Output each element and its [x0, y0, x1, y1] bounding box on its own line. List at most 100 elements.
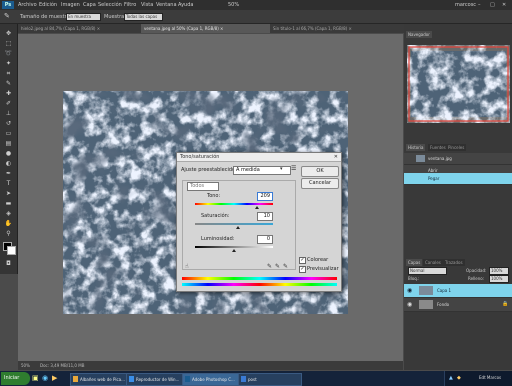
- menu-ayuda[interactable]: Ayuda: [178, 2, 193, 8]
- menu-seleccion[interactable]: Selección: [98, 2, 122, 8]
- tab-navegador[interactable]: Navegador: [406, 31, 432, 38]
- tab-canales[interactable]: Canales: [423, 259, 443, 266]
- type-tool-icon[interactable]: T: [4, 180, 13, 187]
- eyedropper-icon[interactable]: ✎: [4, 12, 10, 20]
- wand-tool-icon[interactable]: ✦: [4, 60, 13, 67]
- taskbar-item-post[interactable]: post: [238, 373, 302, 386]
- opacity-field[interactable]: 100%: [489, 267, 509, 275]
- colorize-checkbox[interactable]: ✓: [299, 257, 306, 264]
- tab-trazados[interactable]: Trazados: [443, 259, 465, 266]
- preset-options-icon[interactable]: ☰: [291, 165, 296, 172]
- layer-row-fondo[interactable]: ◉ Fondo 🔒: [404, 298, 512, 312]
- 3d-tool-icon[interactable]: ◈: [4, 210, 13, 217]
- saturation-slider-thumb[interactable]: [235, 226, 240, 229]
- clock[interactable]: Edt Marcos: [479, 375, 501, 380]
- cancel-button[interactable]: Cancelar: [301, 178, 339, 189]
- eyedropper-plus-icon[interactable]: ✎: [275, 263, 280, 270]
- snapshot-label: ventana.jpg: [428, 156, 452, 161]
- maximize-icon[interactable]: □: [490, 2, 495, 8]
- zoom-tool-icon[interactable]: ⚲: [4, 230, 13, 237]
- lightness-slider-thumb[interactable]: [232, 249, 236, 252]
- menu-archivo[interactable]: Archivo: [18, 2, 37, 8]
- ok-button[interactable]: OK: [301, 166, 339, 177]
- hue-input[interactable]: 209: [257, 192, 273, 201]
- hue-slider-track[interactable]: [195, 203, 273, 205]
- saturation-input[interactable]: 10: [257, 212, 273, 221]
- healing-tool-icon[interactable]: ✚: [4, 90, 13, 97]
- eraser-tool-icon[interactable]: ▭: [4, 130, 13, 137]
- fill-field[interactable]: 100%: [489, 275, 509, 283]
- menu-filtro[interactable]: Filtro: [124, 2, 136, 8]
- history-item-pegar[interactable]: Pegar: [404, 173, 512, 185]
- media-icon[interactable]: ▶: [52, 374, 57, 382]
- tab-hielo2[interactable]: hielo2.jpeg al 84,7% (Capa 1, RGB/8) ×: [18, 24, 144, 33]
- menu-imagen[interactable]: Imagen: [61, 2, 80, 8]
- visibility-eye-icon[interactable]: ◉: [407, 298, 412, 311]
- menu-edicion[interactable]: Edición: [39, 2, 57, 8]
- start-button[interactable]: Iniciar: [1, 372, 30, 385]
- gradient-tool-icon[interactable]: ▤: [4, 140, 13, 147]
- quick-mask-icon[interactable]: ◘: [4, 260, 13, 267]
- move-tool-icon[interactable]: ✥: [4, 30, 13, 37]
- lightness-slider-track[interactable]: [195, 246, 273, 248]
- marquee-tool-icon[interactable]: ⬚: [4, 40, 13, 47]
- brush-tool-icon[interactable]: ✐: [4, 100, 13, 107]
- tab-pinceles[interactable]: Pinceles: [446, 144, 467, 151]
- eyedropper-tool-icon[interactable]: ✎: [4, 80, 13, 87]
- tab-ventana[interactable]: ventana.jpeg al 50% (Capa 1, RGB/8) ×: [141, 24, 273, 33]
- network-icon[interactable]: ▲: [449, 375, 453, 381]
- document-tabs: hielo2.jpeg al 84,7% (Capa 1, RGB/8) × v…: [18, 24, 407, 33]
- eyedropper-minus-icon[interactable]: ✎: [283, 263, 288, 270]
- preset-dropdown-icon[interactable]: ▾: [280, 166, 283, 172]
- path-select-icon[interactable]: ➤: [4, 190, 13, 197]
- folder-icon[interactable]: ▣: [32, 374, 39, 382]
- menu-vista[interactable]: Vista: [141, 2, 153, 8]
- taskbar-item-photoshop[interactable]: Adobe Photoshop C...: [182, 373, 246, 386]
- layer-row-capa-1[interactable]: ◉ Capa 1: [404, 284, 512, 298]
- menu-ventana[interactable]: Ventana: [156, 2, 177, 8]
- browser-icon[interactable]: ◉: [42, 374, 48, 382]
- folder-icon: [73, 376, 78, 382]
- channel-select[interactable]: Todos: [187, 182, 219, 191]
- tab-historia[interactable]: Historia: [406, 144, 426, 151]
- blur-tool-icon[interactable]: ●: [4, 150, 13, 157]
- blend-mode-select[interactable]: Normal: [408, 267, 447, 275]
- volume-icon[interactable]: ◆: [457, 375, 461, 381]
- targeted-adjustment-icon[interactable]: ☝: [185, 263, 189, 270]
- sample-select[interactable]: Todas las capas: [124, 13, 163, 21]
- taskbar-item-label: Albañes web de Pica...: [80, 377, 125, 382]
- layer-label: Fondo: [437, 302, 450, 307]
- shape-tool-icon[interactable]: ▬: [4, 200, 13, 207]
- stamp-tool-icon[interactable]: ⊥: [4, 110, 13, 117]
- background-color-swatch[interactable]: [7, 246, 16, 255]
- dodge-tool-icon[interactable]: ◐: [4, 160, 13, 167]
- edit-group: [182, 180, 296, 270]
- eyedropper-icon[interactable]: ✎: [267, 263, 272, 270]
- lasso-tool-icon[interactable]: ➰: [4, 50, 13, 57]
- close-icon[interactable]: ✕: [502, 2, 506, 8]
- status-zoom[interactable]: 50%: [21, 361, 30, 370]
- tab-fuentes[interactable]: Fuentes: [428, 144, 448, 151]
- tab-sin-titulo[interactable]: Sin título-1 al 66,7% (Capa 1, RGB/8) ×: [270, 24, 407, 33]
- saturation-slider-track[interactable]: [195, 223, 273, 225]
- dialog-close-icon[interactable]: ✕: [334, 153, 338, 161]
- hue-slider-thumb[interactable]: [254, 206, 259, 209]
- visibility-eye-icon[interactable]: ◉: [407, 284, 412, 297]
- minimize-icon[interactable]: –: [478, 2, 481, 8]
- crop-tool-icon[interactable]: ⌗: [4, 70, 13, 77]
- hand-tool-icon[interactable]: ✋: [4, 220, 13, 227]
- navigator-thumbnail[interactable]: [407, 45, 510, 123]
- tab-capas[interactable]: Capas: [406, 259, 423, 266]
- pen-tool-icon[interactable]: ✒: [4, 170, 13, 177]
- taskbar-item-player[interactable]: Reproductor de Win...: [126, 373, 190, 386]
- zoom-level[interactable]: 50%: [228, 2, 239, 8]
- taskbar-item-web[interactable]: Albañes web de Pica...: [70, 373, 134, 386]
- lightness-input[interactable]: 0: [257, 235, 273, 244]
- dialog-title-bar[interactable]: Tono/saturación ✕: [177, 153, 341, 162]
- size-select[interactable]: En muestra: [66, 13, 101, 21]
- preview-checkbox[interactable]: ✓: [299, 266, 306, 273]
- layer-thumbnail: [419, 300, 433, 309]
- history-snapshot[interactable]: ventana.jpg: [404, 153, 512, 165]
- history-brush-icon[interactable]: ↺: [4, 120, 13, 127]
- menu-capa[interactable]: Capa: [83, 2, 96, 8]
